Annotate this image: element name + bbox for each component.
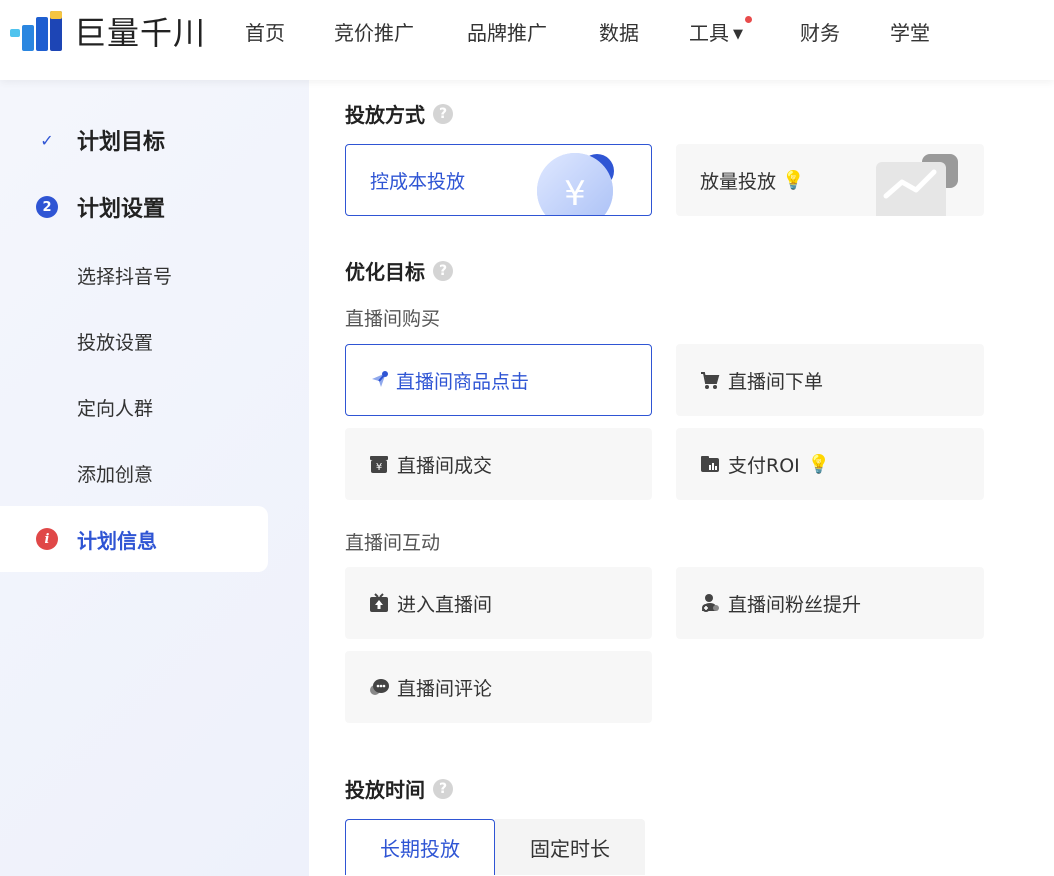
chart-card-icon: [876, 154, 958, 216]
goal-transaction[interactable]: ¥ 直播间成交: [345, 428, 652, 500]
delivery-time-title: 投放时间 ?: [345, 774, 453, 803]
nav-tools-label: 工具: [689, 21, 729, 45]
notification-dot: [745, 16, 752, 23]
option-label: 放量投放: [700, 170, 777, 193]
step-sidebar: ✓ 计划目标 2 计划设置 选择抖音号 投放设置 定向人群 添加创意 i 计划信…: [0, 80, 309, 876]
sidebar-item-choose-account[interactable]: 选择抖音号: [0, 255, 268, 295]
option-label: 进入直播间: [397, 593, 493, 616]
sidebar-step-plan-goal[interactable]: ✓ 计划目标: [0, 120, 268, 160]
option-label: 支付ROI: [728, 454, 800, 477]
nav-tools[interactable]: 工具 ▼: [689, 16, 752, 50]
sidebar-item-delivery-settings[interactable]: 投放设置: [0, 321, 268, 361]
option-cost-control[interactable]: 控成本投放 ¥: [345, 144, 652, 216]
optimization-goal-title: 优化目标 ?: [345, 256, 453, 285]
nav-home[interactable]: 首页: [245, 18, 285, 48]
nav-data[interactable]: 数据: [599, 18, 639, 48]
tab-fixed-duration[interactable]: 固定时长: [495, 819, 645, 875]
group-title-purchase: 直播间购买: [345, 308, 441, 330]
nav-bidding[interactable]: 竞价推广: [334, 18, 414, 48]
sidebar-step-label: 计划目标: [77, 130, 166, 155]
option-label: 直播间商品点击: [396, 370, 530, 393]
svg-text:¥: ¥: [376, 462, 382, 473]
sidebar-item-label: 选择抖音号: [77, 265, 173, 288]
yen-box-icon: ¥: [370, 456, 388, 473]
nav-brand[interactable]: 品牌推广: [467, 18, 547, 48]
goal-live-comment[interactable]: 直播间评论: [345, 651, 652, 723]
chat-icon: [370, 679, 389, 695]
main-content: 投放方式 ? 控成本投放 ¥ 放量投放 💡 优化目标 ? 直播间购买 直播间商品…: [309, 80, 1054, 876]
help-icon[interactable]: ?: [433, 260, 453, 281]
help-icon[interactable]: ?: [433, 103, 453, 124]
lightbulb-icon: 💡: [782, 169, 805, 191]
section-title-text: 投放时间: [345, 778, 425, 802]
logo-text: 巨量千川: [74, 14, 207, 52]
sidebar-item-label: 投放设置: [77, 331, 154, 354]
sidebar-item-plan-info[interactable]: i 计划信息: [0, 506, 268, 572]
section-title-text: 投放方式: [345, 103, 425, 127]
brand-logo[interactable]: 巨量千川: [8, 6, 206, 56]
sidebar-item-label: 计划信息: [77, 528, 157, 553]
goal-payment-roi[interactable]: 支付ROI 💡: [676, 428, 984, 500]
sidebar-step-label: 计划设置: [77, 197, 166, 222]
sidebar-step-plan-settings[interactable]: 2 计划设置: [0, 187, 268, 227]
svg-text:¥: ¥: [564, 174, 586, 214]
option-label: 直播间粉丝提升: [728, 593, 862, 616]
help-icon[interactable]: ?: [433, 778, 453, 799]
nav-finance[interactable]: 财务: [800, 18, 840, 48]
yen-coin-icon: ¥: [537, 153, 614, 215]
goal-enter-live-room[interactable]: 进入直播间: [345, 567, 652, 639]
sidebar-item-label: 定向人群: [77, 397, 154, 420]
option-label: 直播间下单: [728, 370, 824, 393]
check-icon: ✓: [40, 130, 54, 150]
logo-bars-icon: [10, 11, 62, 51]
sidebar-item-label: 添加创意: [77, 463, 154, 486]
caret-down-icon: ▼: [733, 26, 743, 42]
sidebar-item-add-creative[interactable]: 添加创意: [0, 453, 268, 493]
goal-place-order[interactable]: 直播间下单: [676, 344, 984, 416]
lightbulb-icon: 💡: [807, 453, 831, 475]
option-volume-boost[interactable]: 放量投放 💡: [676, 144, 984, 216]
section-title-text: 优化目标: [345, 260, 425, 284]
delivery-method-title: 投放方式 ?: [345, 99, 453, 128]
sidebar-item-targeting[interactable]: 定向人群: [0, 387, 268, 427]
option-label: 控成本投放: [370, 170, 466, 193]
goal-fans-increase[interactable]: 直播间粉丝提升: [676, 567, 984, 639]
tv-enter-icon: [370, 593, 388, 612]
info-icon: i: [36, 528, 58, 550]
wallet-chart-icon: [701, 456, 719, 472]
step-number-badge: 2: [36, 196, 58, 218]
option-label: 直播间成交: [397, 454, 493, 477]
user-add-icon: [702, 594, 719, 612]
nav-academy[interactable]: 学堂: [890, 18, 930, 48]
cursor-click-icon: [372, 371, 388, 387]
goal-product-click[interactable]: 直播间商品点击: [345, 344, 652, 416]
tab-long-term[interactable]: 长期投放: [345, 819, 495, 875]
cart-icon: [701, 372, 720, 389]
option-label: 直播间评论: [397, 677, 493, 700]
top-header: 巨量千川 首页 竞价推广 品牌推广 数据 工具 ▼ 财务 学堂: [0, 0, 1054, 80]
group-title-interaction: 直播间互动: [345, 532, 441, 554]
